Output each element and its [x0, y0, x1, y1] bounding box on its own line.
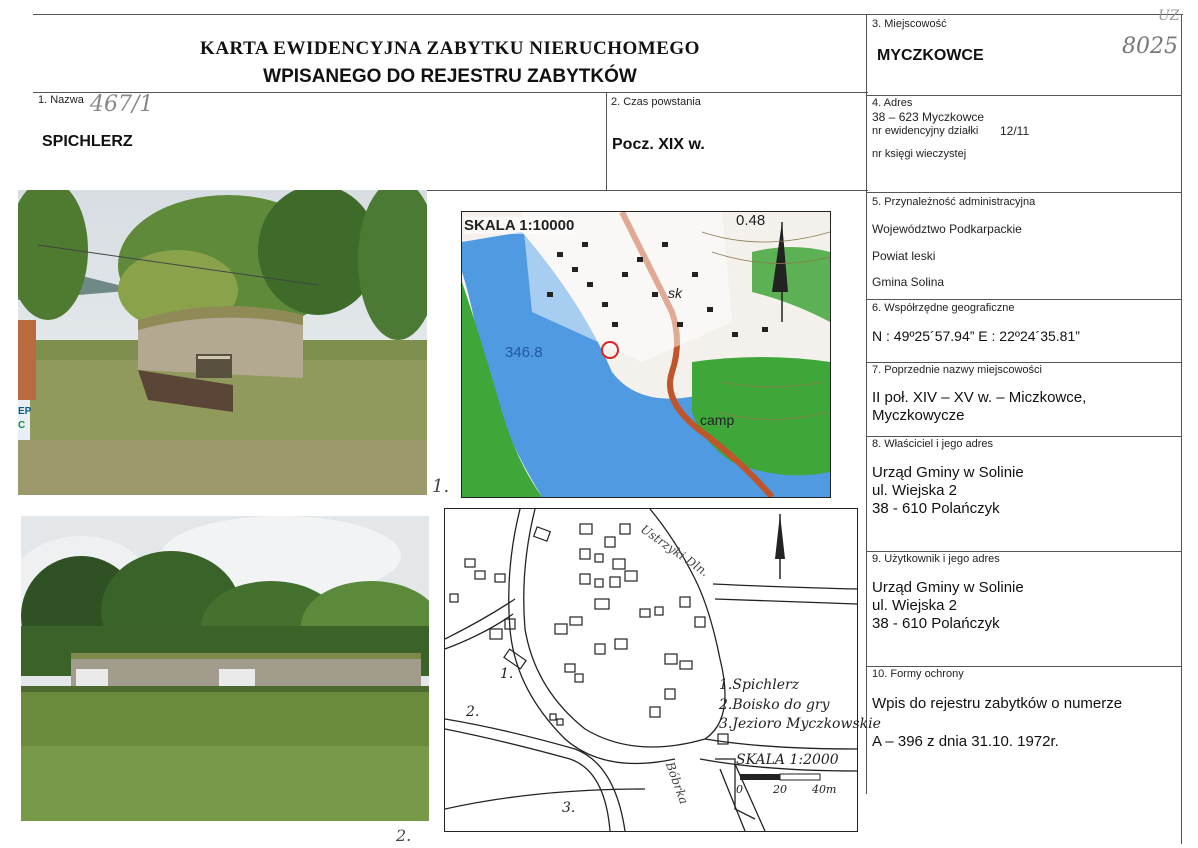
- field-nazwa-value: SPICHLERZ: [42, 133, 133, 150]
- right-edge-line: [1181, 14, 1182, 844]
- field-wspolrzedne-value: N : 49º25´57.94” E : 22º24´35.81”: [872, 328, 1080, 344]
- field-poprzednie-line2: Myczkowycze: [872, 407, 965, 424]
- side-stamp-line1: EP: [18, 406, 32, 417]
- field-wspolrzedne-label: 6. Współrzędne geograficzne: [872, 302, 1015, 314]
- sketch-legend-1: 1.Spichlerz: [719, 677, 800, 693]
- field-nazwa-note: 467/1: [90, 92, 154, 117]
- field-czas-value: Pocz. XIX w.: [612, 136, 705, 153]
- right-panel-divider: [866, 14, 867, 794]
- right-line-8: [866, 551, 1181, 552]
- photo-granary-closeup: [18, 190, 427, 495]
- right-line-7: [866, 436, 1181, 437]
- field-formy-line2: A – 396 z dnia 31.10. 1972r.: [872, 733, 1059, 750]
- field-wlasciciel-label: 8. Właściciel i jego adres: [872, 438, 994, 450]
- photo2-number: 2.: [396, 826, 412, 845]
- sketch-marker-2: 2.: [466, 704, 480, 720]
- top-border: [33, 14, 1183, 15]
- field-czas-label: 2. Czas powstania: [611, 96, 701, 108]
- card-title-line1: KARTA EWIDENCYJNA ZABYTKU NIERUCHOMEGO: [200, 38, 700, 59]
- topo-map-label-sk: sk: [668, 285, 682, 301]
- field-gmina: Gmina Solina: [872, 275, 945, 289]
- sketch-scale-20: 20: [773, 783, 787, 796]
- field-powiat: Powiat leski: [872, 249, 936, 263]
- sketch-legend-3: 3.Jezioro Myczkowskie: [719, 716, 881, 732]
- field-dzialka-value: 12/11: [1000, 124, 1030, 138]
- field-przynaleznosc-label: 5. Przynależność administracyjna: [872, 196, 1036, 208]
- right-line-3: [866, 95, 1181, 96]
- header-bottom-line: [33, 92, 868, 93]
- field-wojewodztwo: Województwo Podkarpackie: [872, 222, 1022, 236]
- right-line-9: [866, 666, 1181, 667]
- field-wlasciciel-line2: ul. Wiejska 2: [872, 482, 958, 499]
- field-miejscowosc-label: 3. Miejscowość: [872, 18, 947, 30]
- right-line-6: [866, 362, 1181, 363]
- registry-number: 8025: [1122, 34, 1178, 59]
- corner-mark: UZ: [1158, 8, 1180, 24]
- field-formy-label: 10. Formy ochrony: [872, 668, 964, 680]
- sketch-marker-1: 1.: [500, 666, 514, 682]
- field-miejscowosc-value: MYCZKOWCE: [877, 47, 984, 64]
- field-adres-line1: 38 – 623 Myczkowce: [872, 110, 985, 124]
- field-uzytkownik-label: 9. Użytkownik i jego adres: [872, 553, 1000, 565]
- sketch-scale-40: 40m: [812, 783, 837, 796]
- sketch-marker-3: 3.: [562, 800, 576, 816]
- field-dzialka-label: nr ewidencyjny działki: [872, 125, 979, 137]
- field-poprzednie-label: 7. Poprzednie nazwy miejscowości: [872, 364, 1042, 376]
- field-uzytkownik-line3: 38 - 610 Polańczyk: [872, 615, 1000, 632]
- field-wlasciciel-line3: 38 - 610 Polańczyk: [872, 500, 1000, 517]
- field-wlasciciel-line1: Urząd Gminy w Solinie: [872, 464, 1024, 481]
- topo-map-scale: SKALA 1:10000: [464, 217, 575, 234]
- topo-map-label-camp: camp: [700, 412, 735, 428]
- topo-map-elevation1: 346.8: [505, 344, 543, 361]
- col-divider-czas: [606, 92, 607, 191]
- right-line-4: [866, 192, 1181, 193]
- field-uzytkownik-line2: ul. Wiejska 2: [872, 597, 958, 614]
- field-adres-label: 4. Adres: [872, 97, 913, 109]
- field-formy-line1: Wpis do rejestru zabytków o numerze: [872, 695, 1123, 712]
- field-uzytkownik-line1: Urząd Gminy w Solinie: [872, 579, 1024, 596]
- field-ksiega-label: nr księgi wieczystej: [872, 148, 967, 160]
- photo-granary-panorama: [21, 516, 429, 821]
- field-poprzednie-line1: II poł. XIV – XV w. – Miczkowce,: [872, 389, 1087, 406]
- topo-map-elevation2: 0.48: [736, 212, 766, 229]
- card-title-line2: WPISANEGO DO REJESTRU ZABYTKÓW: [263, 66, 637, 87]
- sketch-scale: SKALA 1:2000: [736, 752, 839, 768]
- right-line-5: [866, 299, 1181, 300]
- side-stamp-line2: C: [18, 420, 26, 431]
- sketch-scale-0: 0: [736, 783, 743, 796]
- sketch-legend-2: 2.Boisko do gry: [719, 697, 830, 713]
- field-nazwa-label: 1. Nazwa: [38, 94, 84, 106]
- photo1-number: 1.: [432, 476, 450, 497]
